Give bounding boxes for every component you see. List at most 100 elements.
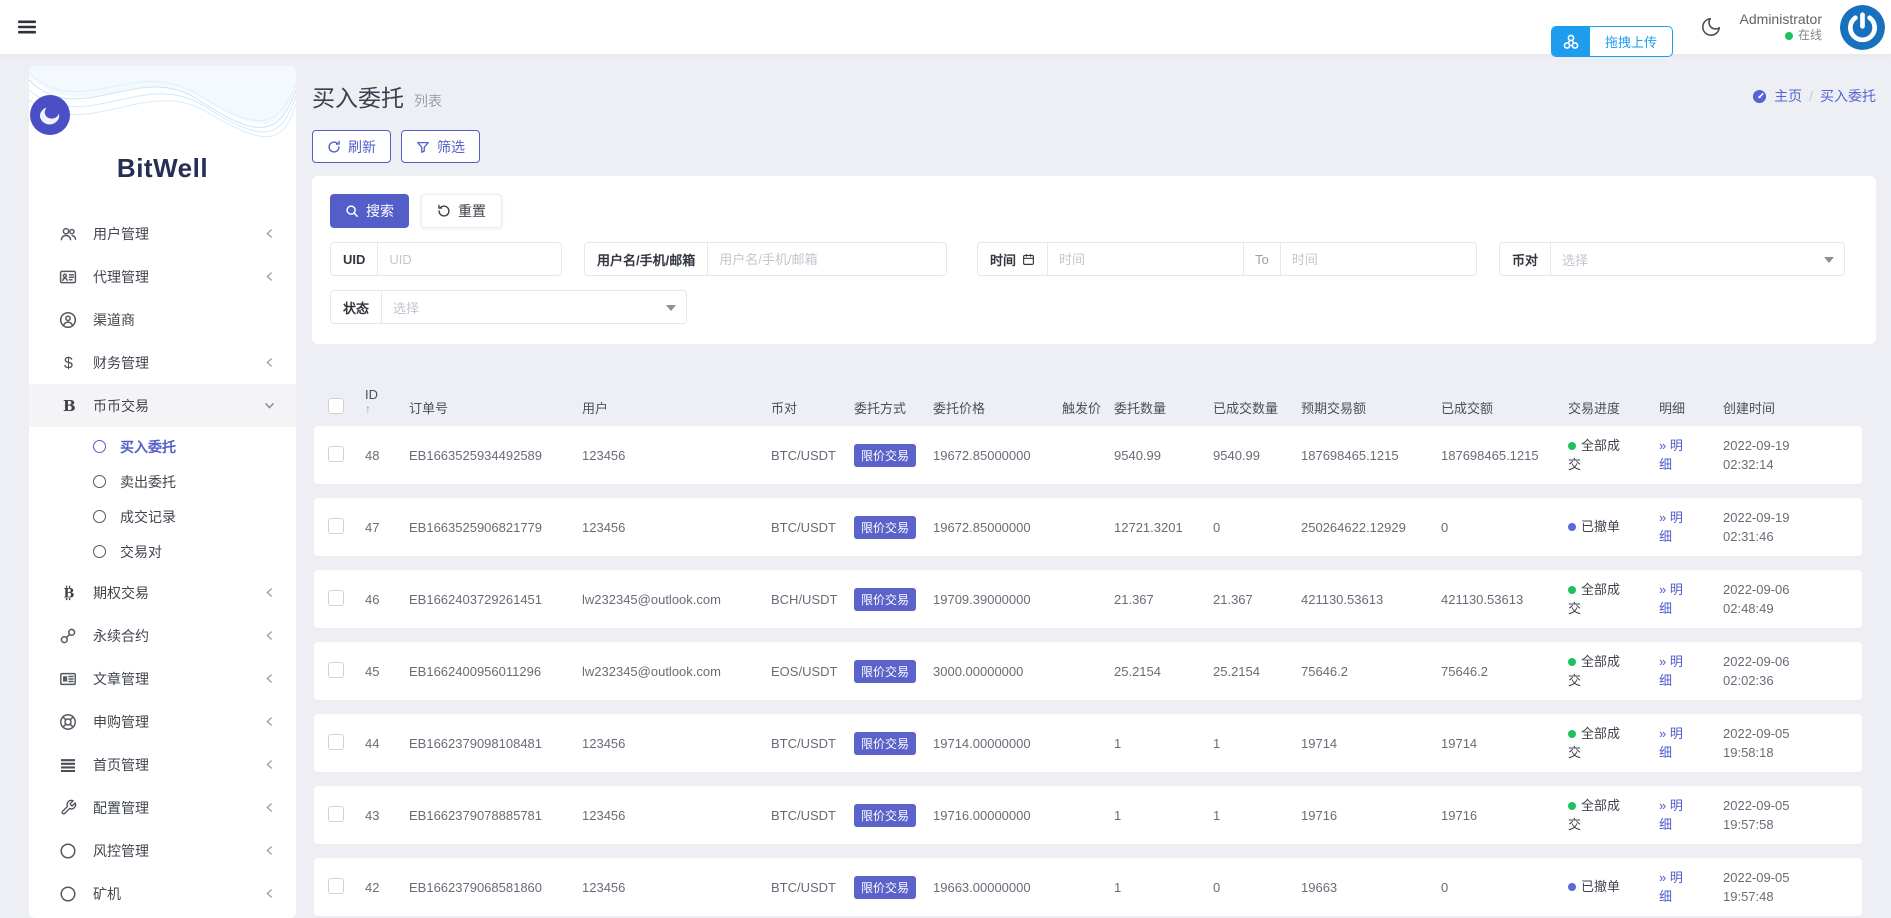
table-row: 46 EB1662403729261451 lw232345@outlook.com… — [314, 570, 1862, 628]
sort-asc-icon: ↑ — [365, 402, 371, 417]
sidebar-subitem[interactable]: 交易对 — [29, 534, 296, 569]
status-badge: 全部成交 — [1568, 581, 1621, 616]
sidebar-item[interactable]: 用户管理 — [29, 212, 296, 255]
refresh-button[interactable]: 刷新 — [312, 130, 391, 163]
user-input[interactable] — [708, 243, 946, 275]
row-checkbox[interactable] — [328, 661, 344, 678]
search-panel: 搜索 重置 UID 用户名/手机/邮箱 — [312, 176, 1876, 344]
column-header[interactable]: 已成交数量 — [1213, 398, 1301, 417]
status-dot-icon — [1568, 523, 1576, 532]
page-subtitle: 列表 — [414, 93, 442, 109]
cell-filled-amount: 0 — [1441, 879, 1449, 895]
sidebar-item[interactable]: 首页管理 — [29, 743, 296, 786]
detail-link[interactable]: » 明细 — [1659, 868, 1695, 907]
table-row: 43 EB1662379078885781 123456 BTC/USDT 限价交易 19… — [314, 786, 1862, 844]
sidebar-item[interactable]: 申购管理 — [29, 700, 296, 743]
chain-icon — [56, 627, 80, 645]
sidebar-subitem-label: 买入委托 — [120, 438, 176, 455]
sidebar-item[interactable]: 文章管理 — [29, 657, 296, 700]
cell-price: 19672.85000000 — [933, 519, 1031, 535]
sidebar-item[interactable]: 渠道商 — [29, 298, 296, 341]
sidebar-item[interactable]: B 币币交易 — [29, 384, 296, 427]
power-logo-icon — [1840, 4, 1885, 50]
circle-icon — [93, 510, 106, 523]
cell-user: 123456 — [582, 447, 626, 463]
sidebar-item[interactable]: 配置管理 — [29, 786, 296, 829]
cell-pair: BTC/USDT — [771, 447, 836, 463]
chevron-left-icon — [263, 801, 276, 814]
sidebar-item-label: 渠道商 — [93, 311, 135, 328]
time-to-input[interactable] — [1280, 243, 1476, 275]
column-header[interactable]: 订单号 — [409, 398, 582, 417]
uid-label: UID — [331, 243, 379, 275]
cell-pair: EOS/USDT — [771, 663, 838, 679]
svg-text:$: $ — [64, 355, 73, 372]
column-header[interactable]: 创建时间 — [1723, 398, 1862, 417]
sidebar-item[interactable]: 代理管理 — [29, 255, 296, 298]
sidebar-item-label: 矿机 — [93, 885, 121, 902]
row-checkbox[interactable] — [328, 589, 344, 606]
column-header[interactable]: 预期交易额 — [1301, 398, 1441, 417]
detail-link[interactable]: » 明细 — [1659, 436, 1695, 475]
sidebar-item[interactable]: 永续合约 — [29, 614, 296, 657]
select-all-checkbox[interactable] — [328, 398, 344, 414]
column-header[interactable]: ID ↑ — [365, 387, 409, 417]
pair-filter: 币对 选择 — [1499, 242, 1845, 276]
detail-link[interactable]: » 明细 — [1659, 508, 1695, 547]
drag-upload-button[interactable]: 拖拽上传 — [1551, 26, 1674, 57]
avatar[interactable] — [1840, 4, 1885, 50]
row-checkbox[interactable] — [328, 805, 344, 822]
filter-button[interactable]: 筛选 — [401, 130, 480, 163]
user-block[interactable]: Administrator 在线 — [1740, 11, 1822, 44]
uid-input[interactable] — [378, 243, 561, 275]
sidebar-nav: 用户管理 代理管理渠道商 $ 财务管理 B 币币交易买入委托卖出委托 成交记录 交易对 B 期权交… — [29, 196, 296, 915]
sidebar-item[interactable]: B 期权交易 — [29, 571, 296, 614]
sidebar-subitem[interactable]: 买入委托 — [29, 429, 296, 464]
detail-link[interactable]: » 明细 — [1659, 724, 1695, 763]
column-header[interactable]: 触发价 — [1062, 398, 1114, 417]
cell-price: 19663.00000000 — [933, 879, 1031, 895]
orders-table: ID ↑ 订单号 用户 币对 委托方式 委托价格 触发价 委托数量 已成交数量 预期交易额 已成交额交… — [314, 366, 1862, 916]
search-button[interactable]: 搜索 — [330, 194, 409, 228]
column-header[interactable]: 已成交额 — [1441, 398, 1568, 417]
hamburger-icon[interactable] — [16, 16, 38, 38]
sidebar-item[interactable]: $ 财务管理 — [29, 341, 296, 384]
column-header[interactable]: 委托数量 — [1114, 398, 1213, 417]
cell-pair: BTC/USDT — [771, 519, 836, 535]
order-type-badge: 限价交易 — [854, 443, 917, 467]
breadcrumb-current[interactable]: 买入委托 — [1820, 86, 1876, 106]
sidebar-subitem[interactable]: 卖出委托 — [29, 464, 296, 499]
column-header[interactable]: 交易进度 — [1568, 398, 1659, 417]
circle-icon — [56, 842, 80, 860]
column-header[interactable]: 币对 — [771, 398, 854, 417]
cell-order-no: EB1662400956011296 — [409, 663, 542, 679]
sidebar-subitem[interactable]: 成交记录 — [29, 499, 296, 534]
detail-link[interactable]: » 明细 — [1659, 796, 1695, 835]
cell-price: 19672.85000000 — [933, 447, 1031, 463]
row-checkbox[interactable] — [328, 445, 344, 462]
moon-icon[interactable] — [1700, 16, 1722, 38]
row-checkbox[interactable] — [328, 877, 344, 894]
detail-link[interactable]: » 明细 — [1659, 580, 1695, 619]
column-header[interactable]: 委托方式 — [854, 398, 933, 417]
sidebar-item[interactable]: 风控管理 — [29, 829, 296, 872]
user-name: Administrator — [1739, 10, 1822, 27]
row-checkbox[interactable] — [328, 517, 344, 534]
chevron-left-icon — [263, 844, 276, 857]
sidebar-item[interactable]: 矿机 — [29, 872, 296, 915]
detail-link[interactable]: » 明细 — [1659, 652, 1695, 691]
breadcrumb-home[interactable]: 主页 — [1774, 86, 1802, 106]
cell-expected-amount: 187698465.1215 — [1301, 447, 1399, 463]
reset-button[interactable]: 重置 — [421, 194, 502, 228]
chevron-left-icon — [263, 715, 276, 728]
cell-user: lw232345@outlook.com — [582, 591, 721, 607]
column-header[interactable]: 委托价格 — [933, 398, 1062, 417]
row-checkbox[interactable] — [328, 733, 344, 750]
page-title: 买入委托 — [312, 85, 404, 111]
pair-select[interactable]: 选择 — [1551, 243, 1844, 275]
time-from-input[interactable] — [1048, 243, 1244, 275]
column-header[interactable]: 明细 — [1659, 398, 1723, 417]
status-select[interactable]: 选择 — [382, 291, 686, 323]
circle-icon — [93, 545, 106, 558]
column-header[interactable]: 用户 — [582, 398, 771, 417]
